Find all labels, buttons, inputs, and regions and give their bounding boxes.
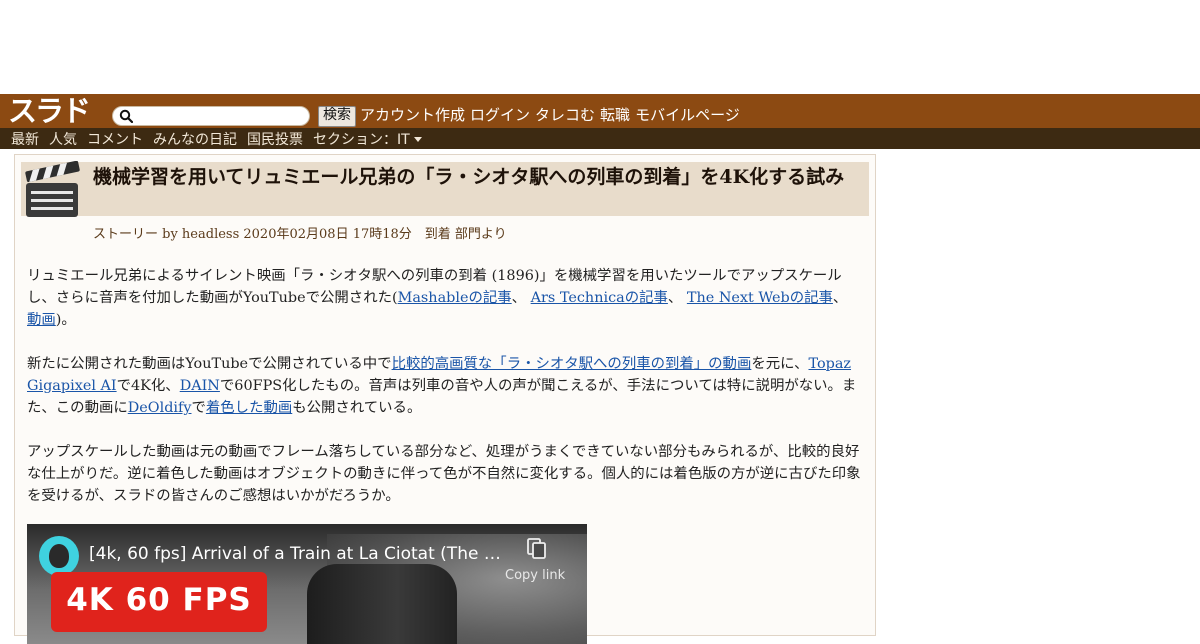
paragraph-1: リュミエール兄弟によるサイレント映画「ラ・シオタ駅への列車の到着 (1896)」… bbox=[27, 265, 861, 331]
hq-video-link[interactable]: 比較的高画質な「ラ・シオタ駅への列車の到着」の動画 bbox=[392, 356, 752, 372]
create-account-link[interactable]: アカウント作成 bbox=[360, 105, 465, 125]
submit-story-link[interactable]: タレコむ bbox=[535, 105, 595, 125]
header-links: アカウント作成 ログイン タレコむ 転職 モバイルページ bbox=[360, 105, 740, 125]
video-title[interactable]: [4k, 60 fps] Arrival of a Train at La Ci… bbox=[89, 544, 509, 564]
paragraph-3: アップスケールした動画は元の動画でフレーム落ちしている部分など、処理がうまくでき… bbox=[27, 444, 861, 504]
subnav-item-polls[interactable]: 国民投票 bbox=[247, 129, 303, 149]
story-title-bar: 機械学習を用いてリュミエール兄弟の「ラ・シオタ駅への列車の到着」を4K化する試み bbox=[21, 162, 869, 216]
search-icon bbox=[119, 109, 133, 123]
search-box bbox=[112, 106, 310, 126]
search-button[interactable]: 検索 bbox=[318, 106, 356, 127]
text: 、 bbox=[832, 290, 848, 306]
story-body: リュミエール兄弟によるサイレント映画「ラ・シオタ駅への列車の到着 (1896)」… bbox=[27, 265, 861, 529]
copy-link-label[interactable]: Copy link bbox=[505, 568, 565, 583]
search-input[interactable] bbox=[137, 108, 303, 123]
story-title[interactable]: 機械学習を用いてリュミエール兄弟の「ラ・シオタ駅への列車の到着」を4K化する試み bbox=[93, 166, 869, 188]
paragraph-2: 新たに公開された動画はYouTubeで公開されている中で比較的高画質な「ラ・シオ… bbox=[27, 353, 861, 419]
mashable-link[interactable]: Mashableの記事 bbox=[398, 290, 512, 306]
top-blank-area bbox=[0, 0, 1200, 94]
colorized-video-link[interactable]: 着色した動画 bbox=[206, 400, 292, 416]
text: 、 bbox=[511, 290, 531, 306]
sub-navigation: 最新 人気 コメント みんなの日記 国民投票 セクション：IT bbox=[0, 128, 1200, 149]
text: 、 bbox=[667, 290, 687, 306]
channel-avatar[interactable] bbox=[39, 536, 79, 576]
youtube-embed[interactable]: [4k, 60 fps] Arrival of a Train at La Ci… bbox=[27, 524, 587, 644]
subnav-item-comments[interactable]: コメント bbox=[87, 129, 143, 149]
text: )。 bbox=[55, 312, 76, 328]
subnav-item-popular[interactable]: 人気 bbox=[49, 129, 77, 149]
dain-link[interactable]: DAIN bbox=[180, 378, 220, 394]
jobs-link[interactable]: 転職 bbox=[600, 105, 630, 125]
deoldify-link[interactable]: DeOldify bbox=[128, 400, 192, 416]
text: で bbox=[191, 400, 206, 416]
avatar-face bbox=[49, 544, 69, 568]
resolution-badge: 4K 60 FPS bbox=[51, 572, 267, 632]
copy-icon[interactable] bbox=[527, 538, 547, 560]
ars-technica-link[interactable]: Ars Technicaの記事 bbox=[531, 290, 668, 306]
text: で4K化、 bbox=[116, 378, 180, 394]
video-locomotive bbox=[307, 564, 457, 644]
movie-clapperboard-icon bbox=[25, 161, 80, 217]
badge-text: 4K 60 FPS bbox=[66, 582, 252, 618]
the-next-web-link[interactable]: The Next Webの記事 bbox=[687, 290, 833, 306]
story-article: 機械学習を用いてリュミエール兄弟の「ラ・シオタ駅への列車の到着」を4K化する試み… bbox=[14, 154, 876, 644]
site-logo[interactable]: スラド bbox=[8, 96, 104, 126]
subnav-item-journals[interactable]: みんなの日記 bbox=[153, 129, 237, 149]
caret-down-icon bbox=[413, 137, 422, 142]
section-dropdown-label: セクション：IT bbox=[313, 131, 410, 148]
mobile-page-link[interactable]: モバイルページ bbox=[635, 105, 740, 125]
text: を元に、 bbox=[751, 356, 809, 372]
video-link[interactable]: 動画 bbox=[27, 312, 56, 328]
subnav-item-latest[interactable]: 最新 bbox=[11, 129, 39, 149]
text: も公開されている。 bbox=[292, 400, 422, 416]
section-dropdown[interactable]: セクション：IT bbox=[313, 129, 422, 149]
text: 新たに公開された動画はYouTubeで公開されている中で bbox=[27, 356, 392, 372]
login-link[interactable]: ログイン bbox=[470, 105, 530, 125]
story-meta: ストーリー by headless 2020年02月08日 17時18分 到着 … bbox=[93, 227, 507, 242]
site-header: スラド 検索 アカウント作成 ログイン タレコむ 転職 モバイルページ bbox=[0, 94, 1200, 128]
